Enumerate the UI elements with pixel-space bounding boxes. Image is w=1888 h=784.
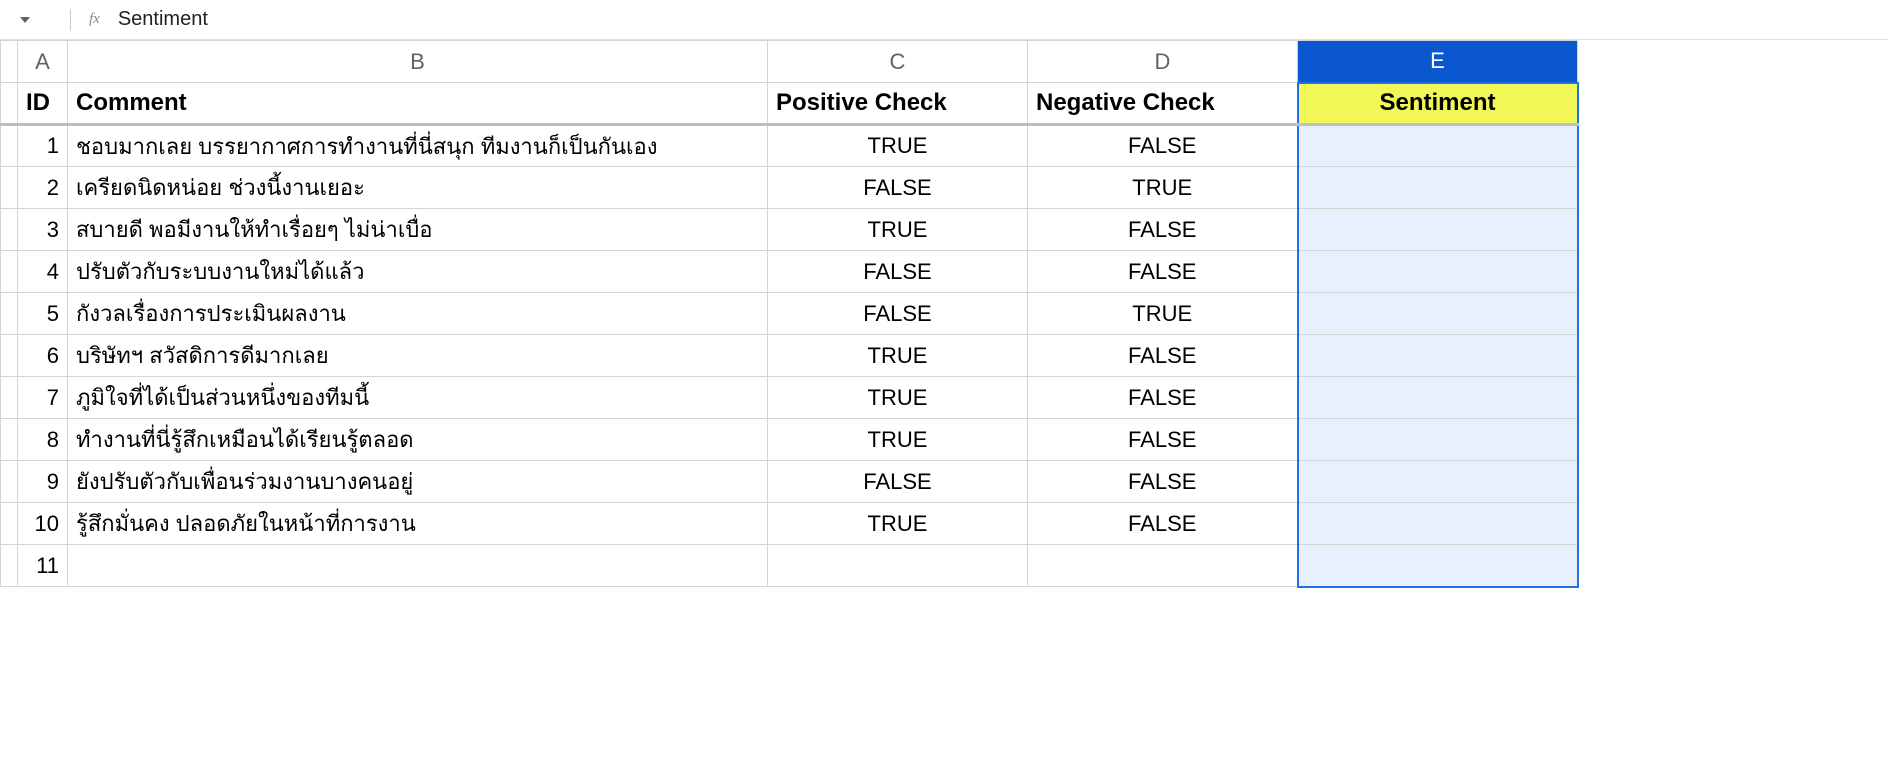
cell-sentiment[interactable] bbox=[1298, 293, 1578, 335]
table-row: 9 ยังปรับตัวกับเพื่อนร่วมงานบางคนอยู่ FA… bbox=[1, 461, 1578, 503]
table-row: 10 รู้สึกมั่นคง ปลอดภัยในหน้าที่การงาน T… bbox=[1, 503, 1578, 545]
column-header-D[interactable]: D bbox=[1028, 41, 1298, 83]
header-positive[interactable]: Positive Check bbox=[768, 83, 1028, 125]
column-header-A[interactable]: A bbox=[18, 41, 68, 83]
cell-positive[interactable]: TRUE bbox=[768, 125, 1028, 167]
cell-comment[interactable]: ภูมิใจที่ได้เป็นส่วนหนึ่งของทีมนี้ bbox=[68, 377, 768, 419]
divider bbox=[70, 9, 71, 31]
cell-negative[interactable]: FALSE bbox=[1028, 461, 1298, 503]
row-header[interactable] bbox=[1, 209, 18, 251]
cell-sentiment[interactable] bbox=[1298, 377, 1578, 419]
cell-comment[interactable]: สบายดี พอมีงานให้ทำเรื่อยๆ ไม่น่าเบื่อ bbox=[68, 209, 768, 251]
cell-positive[interactable]: TRUE bbox=[768, 377, 1028, 419]
table-row: 3 สบายดี พอมีงานให้ทำเรื่อยๆ ไม่น่าเบื่อ… bbox=[1, 209, 1578, 251]
cell-id[interactable]: 5 bbox=[18, 293, 68, 335]
cell-sentiment[interactable] bbox=[1298, 503, 1578, 545]
table-row: 6 บริษัทฯ สวัสดิการดีมากเลย TRUE FALSE bbox=[1, 335, 1578, 377]
cell-negative[interactable]: TRUE bbox=[1028, 293, 1298, 335]
row-header[interactable] bbox=[1, 377, 18, 419]
row-header[interactable] bbox=[1, 461, 18, 503]
row-header[interactable] bbox=[1, 125, 18, 167]
table-row: 8 ทำงานที่นี่รู้สึกเหมือนได้เรียนรู้ตลอด… bbox=[1, 419, 1578, 461]
header-comment[interactable]: Comment bbox=[68, 83, 768, 125]
cell-id[interactable]: 4 bbox=[18, 251, 68, 293]
cell-id[interactable]: 10 bbox=[18, 503, 68, 545]
cell-comment[interactable]: ยังปรับตัวกับเพื่อนร่วมงานบางคนอยู่ bbox=[68, 461, 768, 503]
name-box[interactable] bbox=[10, 17, 60, 23]
cell-negative[interactable]: FALSE bbox=[1028, 503, 1298, 545]
cell-sentiment[interactable] bbox=[1298, 251, 1578, 293]
table-row: 2 เครียดนิดหน่อย ช่วงนี้งานเยอะ FALSE TR… bbox=[1, 167, 1578, 209]
table-row: 4 ปรับตัวกับระบบงานใหม่ได้แล้ว FALSE FAL… bbox=[1, 251, 1578, 293]
cell-id[interactable]: 2 bbox=[18, 167, 68, 209]
cell-negative[interactable]: FALSE bbox=[1028, 251, 1298, 293]
cell-negative[interactable] bbox=[1028, 545, 1298, 587]
cell-negative[interactable]: FALSE bbox=[1028, 209, 1298, 251]
fx-icon: fx bbox=[81, 11, 108, 28]
cell-comment[interactable]: ทำงานที่นี่รู้สึกเหมือนได้เรียนรู้ตลอด bbox=[68, 419, 768, 461]
cell-negative[interactable]: FALSE bbox=[1028, 335, 1298, 377]
cell-positive[interactable] bbox=[768, 545, 1028, 587]
cell-positive[interactable]: FALSE bbox=[768, 251, 1028, 293]
cell-comment[interactable]: ชอบมากเลย บรรยากาศการทำงานที่นี่สนุก ทีม… bbox=[68, 125, 768, 167]
cell-sentiment[interactable] bbox=[1298, 125, 1578, 167]
select-all-corner[interactable] bbox=[1, 41, 18, 83]
cell-positive[interactable]: FALSE bbox=[768, 461, 1028, 503]
cell-negative[interactable]: FALSE bbox=[1028, 125, 1298, 167]
cell-positive[interactable]: TRUE bbox=[768, 419, 1028, 461]
cell-comment[interactable]: กังวลเรื่องการประเมินผลงาน bbox=[68, 293, 768, 335]
cell-id[interactable]: 8 bbox=[18, 419, 68, 461]
cell-positive[interactable]: TRUE bbox=[768, 503, 1028, 545]
cell-sentiment[interactable] bbox=[1298, 545, 1578, 587]
table-row: 5 กังวลเรื่องการประเมินผลงาน FALSE TRUE bbox=[1, 293, 1578, 335]
cell-sentiment[interactable] bbox=[1298, 335, 1578, 377]
cell-sentiment[interactable] bbox=[1298, 461, 1578, 503]
table-row: 1 ชอบมากเลย บรรยากาศการทำงานที่นี่สนุก ท… bbox=[1, 125, 1578, 167]
cell-id[interactable]: 7 bbox=[18, 377, 68, 419]
cell-id[interactable]: 11 bbox=[18, 545, 68, 587]
cell-positive[interactable]: FALSE bbox=[768, 167, 1028, 209]
cell-id[interactable]: 6 bbox=[18, 335, 68, 377]
row-header[interactable] bbox=[1, 293, 18, 335]
table-row: 11 bbox=[1, 545, 1578, 587]
header-id[interactable]: ID bbox=[18, 83, 68, 125]
cell-id[interactable]: 1 bbox=[18, 125, 68, 167]
row-header[interactable] bbox=[1, 251, 18, 293]
formula-input[interactable] bbox=[118, 8, 1878, 31]
row-header[interactable] bbox=[1, 335, 18, 377]
chevron-down-icon bbox=[20, 17, 30, 23]
spreadsheet-grid[interactable]: A B C D E ID Comment Positive Check Nega… bbox=[0, 40, 1579, 588]
cell-sentiment[interactable] bbox=[1298, 419, 1578, 461]
row-header[interactable] bbox=[1, 545, 18, 587]
column-header-B[interactable]: B bbox=[68, 41, 768, 83]
column-header-C[interactable]: C bbox=[768, 41, 1028, 83]
cell-negative[interactable]: TRUE bbox=[1028, 167, 1298, 209]
table-row: 7 ภูมิใจที่ได้เป็นส่วนหนึ่งของทีมนี้ TRU… bbox=[1, 377, 1578, 419]
cell-comment[interactable]: เครียดนิดหน่อย ช่วงนี้งานเยอะ bbox=[68, 167, 768, 209]
row-header[interactable] bbox=[1, 167, 18, 209]
row-header[interactable] bbox=[1, 419, 18, 461]
cell-negative[interactable]: FALSE bbox=[1028, 419, 1298, 461]
cell-comment[interactable]: ปรับตัวกับระบบงานใหม่ได้แล้ว bbox=[68, 251, 768, 293]
header-sentiment[interactable]: Sentiment bbox=[1298, 83, 1578, 125]
cell-id[interactable]: 9 bbox=[18, 461, 68, 503]
cell-comment[interactable]: บริษัทฯ สวัสดิการดีมากเลย bbox=[68, 335, 768, 377]
row-header[interactable] bbox=[1, 83, 18, 125]
cell-comment[interactable]: รู้สึกมั่นคง ปลอดภัยในหน้าที่การงาน bbox=[68, 503, 768, 545]
cell-positive[interactable]: FALSE bbox=[768, 293, 1028, 335]
cell-positive[interactable]: TRUE bbox=[768, 209, 1028, 251]
cell-sentiment[interactable] bbox=[1298, 167, 1578, 209]
cell-sentiment[interactable] bbox=[1298, 209, 1578, 251]
header-negative[interactable]: Negative Check bbox=[1028, 83, 1298, 125]
column-header-E[interactable]: E bbox=[1298, 41, 1578, 83]
cell-id[interactable]: 3 bbox=[18, 209, 68, 251]
cell-positive[interactable]: TRUE bbox=[768, 335, 1028, 377]
cell-comment[interactable] bbox=[68, 545, 768, 587]
cell-negative[interactable]: FALSE bbox=[1028, 377, 1298, 419]
formula-bar: fx bbox=[0, 0, 1888, 40]
row-header[interactable] bbox=[1, 503, 18, 545]
